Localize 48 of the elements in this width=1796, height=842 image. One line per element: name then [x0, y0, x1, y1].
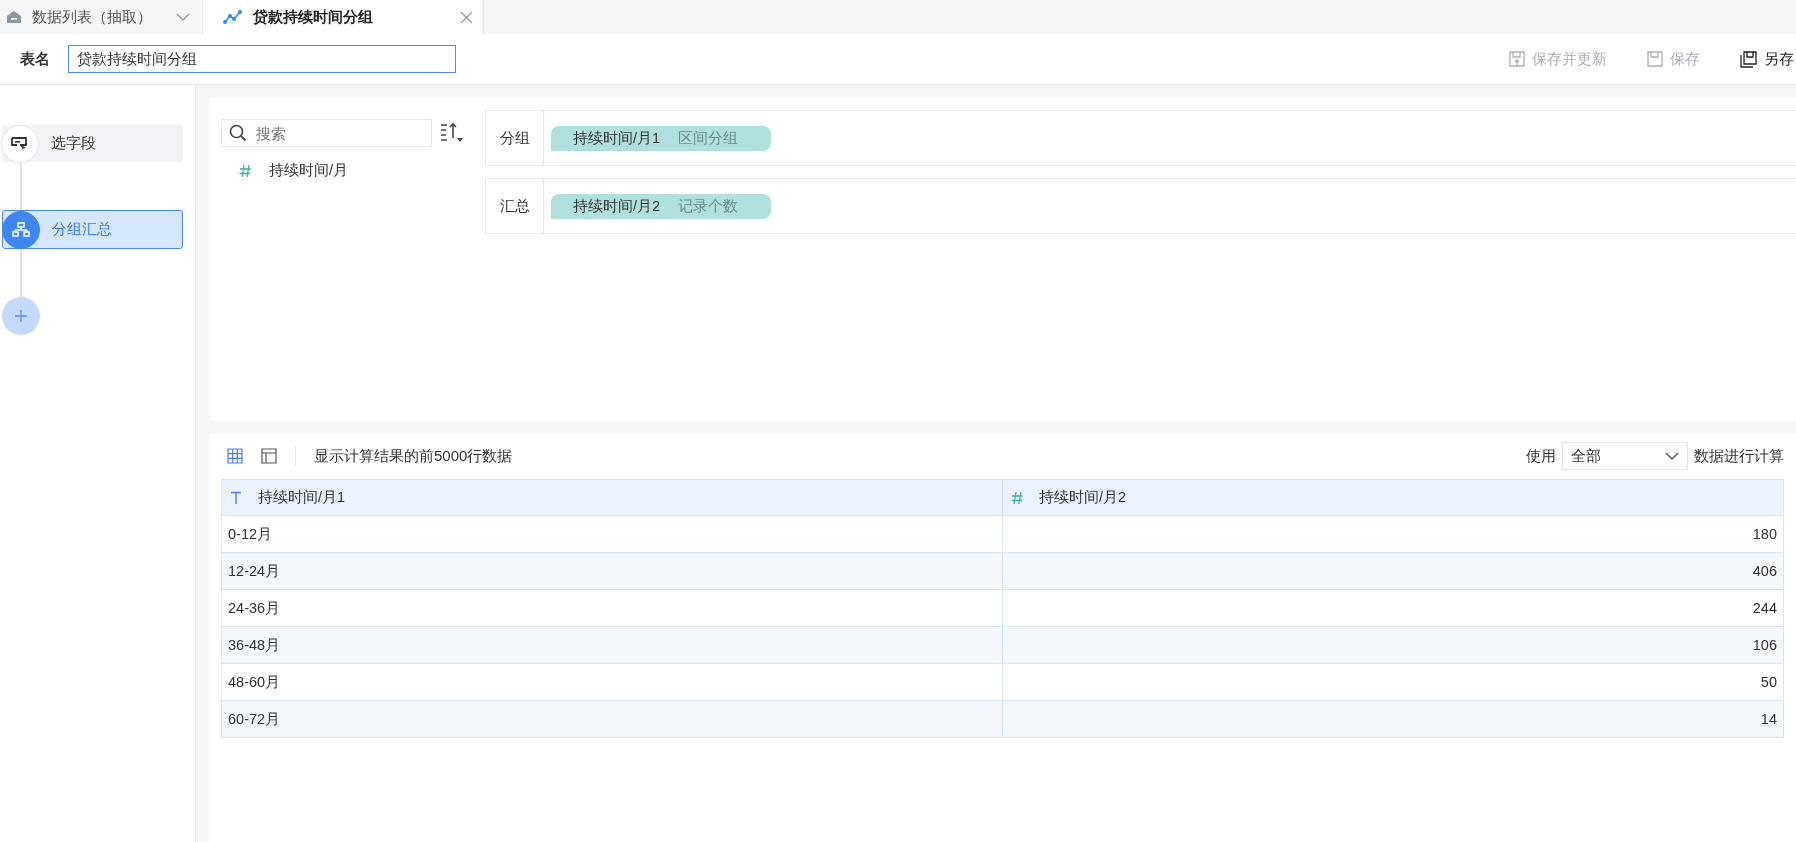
table-name-label: 表名: [20, 49, 50, 69]
table-cell: 48-60月: [221, 663, 1003, 701]
hierarchy-icon: [12, 221, 30, 238]
table-cell: 244: [1002, 589, 1784, 627]
table-cell: 36-48月: [221, 626, 1003, 664]
close-icon[interactable]: [460, 10, 473, 24]
table-cell: 50: [1002, 663, 1784, 701]
table-cell: 14: [1002, 700, 1784, 738]
scope-dropdown[interactable]: 全部: [1562, 442, 1688, 470]
config-label: 汇总: [486, 179, 544, 233]
suffix-label: 数据进行计算: [1694, 446, 1784, 466]
tab[interactable]: 贷款持续时间分组: [203, 0, 484, 34]
field-pill[interactable]: 持续时间/月2 记录个数: [551, 193, 771, 219]
table-cell: 24-36月: [221, 589, 1003, 627]
chevron-down-icon: [1665, 452, 1679, 460]
table-cell: 60-72月: [221, 700, 1003, 738]
table-cell: 106: [1002, 626, 1784, 664]
search-field[interactable]: 搜索: [221, 119, 432, 147]
table-cell: 0-12月: [221, 515, 1003, 553]
save-icon: [1647, 51, 1663, 67]
text-type-icon: [230, 491, 242, 506]
config-label: 分组: [486, 111, 544, 165]
use-label: 使用: [1526, 446, 1556, 466]
grid-icon[interactable]: [227, 448, 243, 464]
preview-info-text: 显示计算结果的前5000行数据: [314, 446, 513, 466]
save-update-icon: [1509, 51, 1525, 67]
field-pill[interactable]: 持续时间/月1 区间分组: [551, 125, 771, 151]
table-cell: 406: [1002, 552, 1784, 590]
home-icon: [6, 10, 22, 24]
table-cell: 180: [1002, 515, 1784, 553]
add-step-button[interactable]: [2, 297, 40, 335]
field-select-icon: [11, 135, 29, 152]
hash-icon: [1011, 491, 1023, 506]
column-header-text: 持续时间/月2: [1039, 489, 1127, 505]
table-cell: 12-24月: [221, 552, 1003, 590]
search-icon: [229, 124, 247, 142]
toolbar-button[interactable]: 另存: [1740, 49, 1794, 69]
save-as-icon: [1740, 50, 1757, 68]
field-name[interactable]: 持续时间/月: [269, 161, 349, 180]
hash-icon: [239, 163, 251, 178]
line-chart-icon: [223, 9, 243, 25]
sort-icon[interactable]: [440, 122, 464, 144]
step-item[interactable]: 选字段: [2, 125, 183, 162]
plus-icon: [14, 309, 28, 323]
layout-icon[interactable]: [261, 448, 277, 464]
column-header-text: 持续时间/月1: [258, 489, 346, 505]
table-name-field[interactable]: 贷款持续时间分组: [68, 45, 456, 73]
chevron-down-icon[interactable]: [176, 13, 190, 21]
